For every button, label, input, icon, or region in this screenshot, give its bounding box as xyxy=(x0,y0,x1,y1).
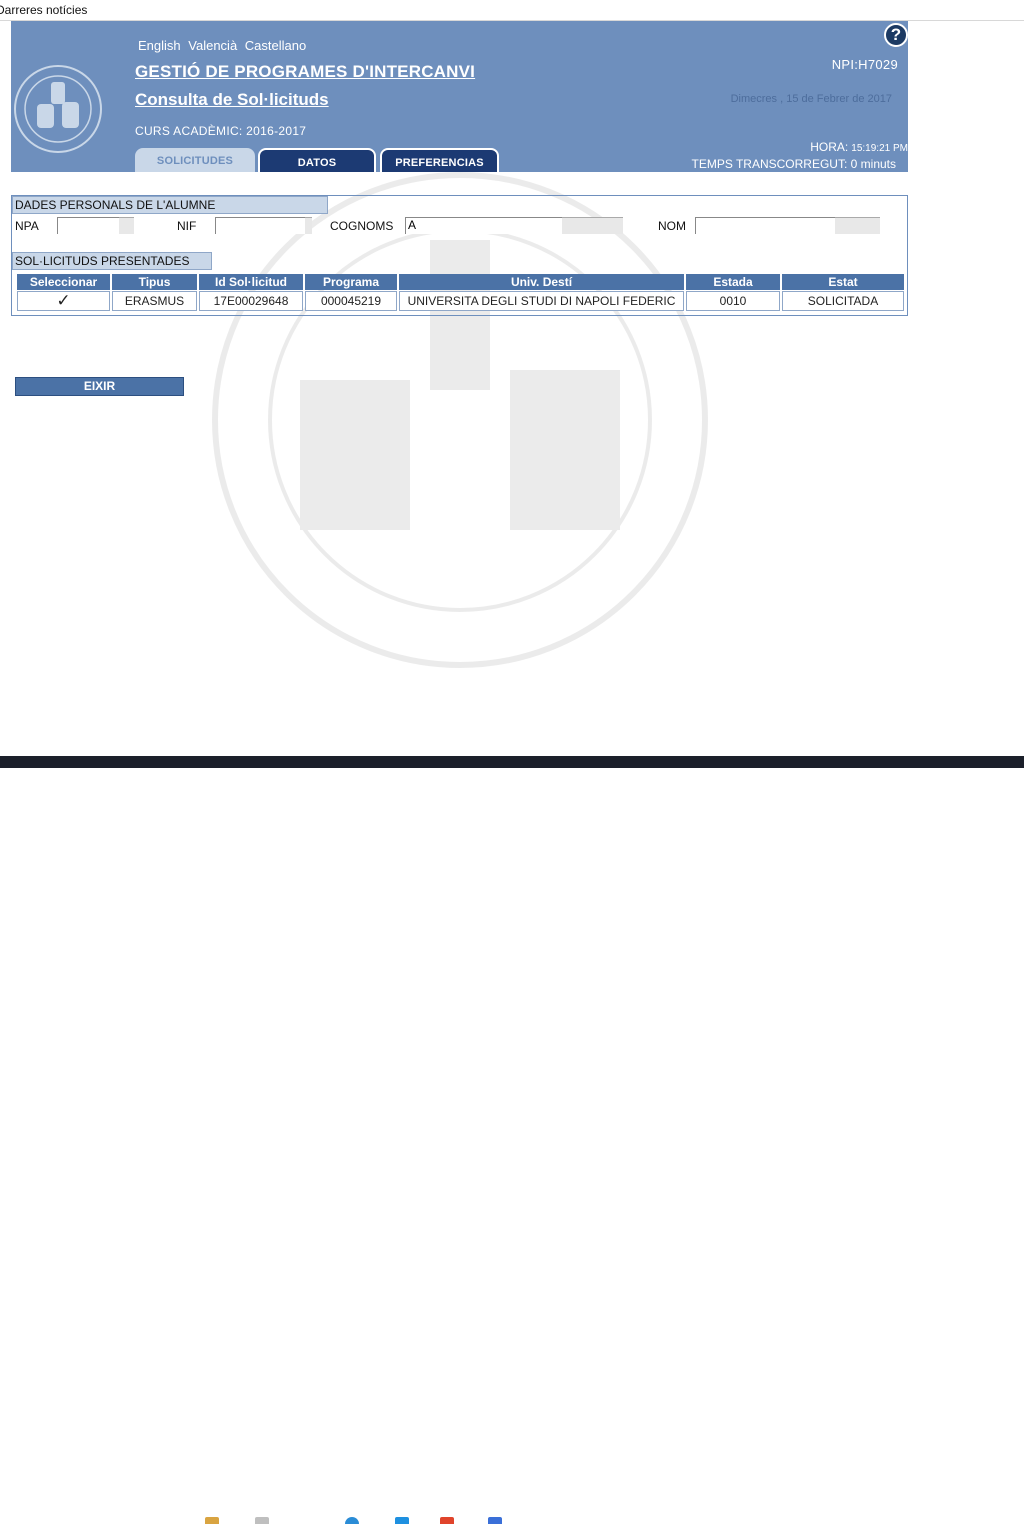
cognoms-field-end xyxy=(562,217,623,234)
col-id: Id Sol·licitud xyxy=(199,274,303,290)
elapsed-time: TEMPS TRANSCORREGUT: 0 minuts xyxy=(691,157,896,171)
language-selector: English Valencià Castellano xyxy=(138,38,310,53)
col-tipus: Tipus xyxy=(112,274,197,290)
hora-label: HORA: xyxy=(810,140,849,154)
col-estada: Estada xyxy=(686,274,780,290)
exit-button[interactable]: EIXIR xyxy=(15,377,184,396)
current-time: HORA: 15:19:21 PM xyxy=(810,140,908,154)
lang-english[interactable]: English xyxy=(138,38,181,53)
nif-field[interactable] xyxy=(215,217,305,234)
cognoms-label: COGNOMS xyxy=(330,219,394,233)
cell-tipus: ERASMUS xyxy=(112,291,197,311)
browser-tab-title[interactable]: Darreres notícies xyxy=(0,3,87,17)
lang-castellano[interactable]: Castellano xyxy=(245,38,306,53)
npa-field[interactable] xyxy=(57,217,119,234)
student-panel: DADES PERSONALS DE L'ALUMNE NPA NIF COGN… xyxy=(11,195,908,316)
cognoms-field[interactable]: A xyxy=(405,217,562,234)
app-header: English Valencià Castellano GESTIÓ DE PR… xyxy=(11,21,908,195)
row-select-checkmark[interactable]: ✓ xyxy=(17,291,110,311)
browser-icon[interactable] xyxy=(345,1517,359,1524)
edge-icon[interactable] xyxy=(395,1517,409,1524)
col-estat: Estat xyxy=(782,274,904,290)
tab-solicitudes[interactable]: SOLICITUDES xyxy=(135,148,255,172)
cell-estada: 0010 xyxy=(686,291,780,311)
nif-field-end xyxy=(305,217,312,234)
tab-preferencias[interactable]: PREFERENCIAS xyxy=(380,148,499,172)
nom-label: NOM xyxy=(658,219,686,233)
col-programa: Programa xyxy=(305,274,397,290)
tab-datos-academicos[interactable]: DATOS ACADÉMICOS xyxy=(258,148,376,195)
personal-data-heading: DADES PERSONALS DE L'ALUMNE xyxy=(12,196,328,214)
nom-field-end xyxy=(835,217,880,234)
file-explorer-icon[interactable] xyxy=(205,1517,219,1524)
university-logo xyxy=(14,65,102,153)
page-title: GESTIÓ DE PROGRAMES D'INTERCANVI xyxy=(135,62,476,81)
npa-field-end xyxy=(119,217,134,234)
app-icon[interactable] xyxy=(255,1517,269,1524)
browser-tab-bar: Darreres notícies xyxy=(0,0,1024,21)
nif-label: NIF xyxy=(177,219,197,233)
academic-year: CURS ACADÈMIC: 2016-2017 xyxy=(135,124,307,138)
os-taskbar xyxy=(0,756,1024,1524)
office-icon[interactable] xyxy=(440,1517,454,1524)
npa-label: NPA xyxy=(15,219,39,233)
current-date: Dimecres , 15 de Febrer de 2017 xyxy=(730,93,892,105)
word-icon[interactable] xyxy=(488,1517,502,1524)
nom-field[interactable] xyxy=(695,217,835,234)
help-icon[interactable]: ? xyxy=(884,23,908,47)
cell-programa: 000045219 xyxy=(305,291,397,311)
cell-estat: SOLICITADA xyxy=(782,291,904,311)
lang-valencia[interactable]: Valencià xyxy=(188,38,237,53)
npi-label: NPI:H7029 xyxy=(831,57,898,72)
hora-value: 15:19:21 PM xyxy=(851,143,908,154)
cell-id: 17E00029648 xyxy=(199,291,303,311)
col-univ-desti: Univ. Destí xyxy=(399,274,684,290)
page-subtitle: Consulta de Sol·licituds xyxy=(135,90,329,109)
requests-heading: SOL·LICITUDS PRESENTADES xyxy=(12,252,212,270)
col-seleccionar: Seleccionar xyxy=(17,274,110,290)
cell-univ: UNIVERSITA DEGLI STUDI DI NAPOLI FEDERIC xyxy=(399,291,684,311)
